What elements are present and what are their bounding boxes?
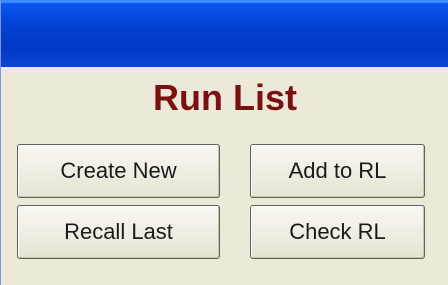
check-rl-button[interactable]: Check RL [250,205,425,259]
run-list-heading: Run List [153,77,297,118]
run-list-window: Run List Create New Add to RL Recall Las… [0,0,448,285]
add-to-rl-button[interactable]: Add to RL [250,144,425,198]
title-bar-highlight [1,0,448,3]
create-new-button[interactable]: Create New [17,144,220,198]
recall-last-button[interactable]: Recall Last [17,205,220,259]
title-bar[interactable] [1,0,448,67]
